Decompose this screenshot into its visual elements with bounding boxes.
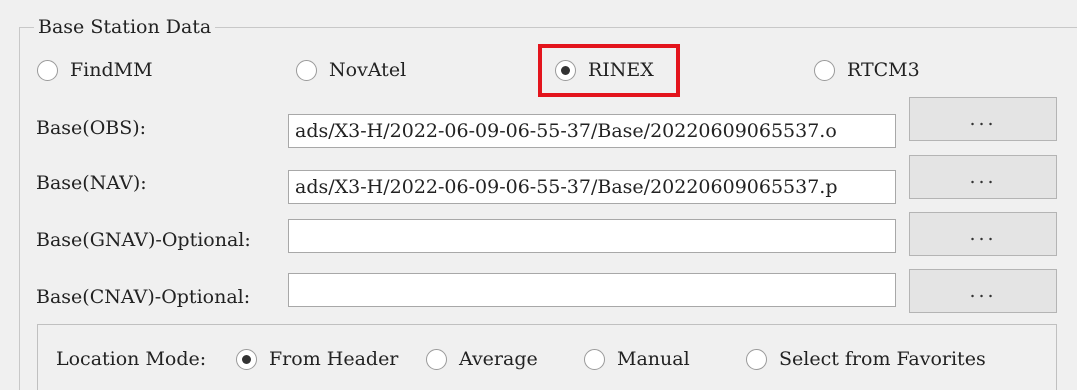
gnav-label: Base(GNAV)-Optional:	[36, 229, 251, 251]
radio-circle	[814, 59, 835, 81]
obs-label: Base(OBS):	[36, 117, 147, 139]
cnav-browse-button[interactable]: ...	[909, 269, 1057, 313]
nav-browse-button[interactable]: ...	[909, 155, 1057, 199]
radio-circle	[746, 348, 767, 370]
radio-novatel[interactable]: NovAtel	[296, 59, 406, 81]
radio-from-header[interactable]: From Header	[236, 348, 398, 370]
radio-circle-checked	[236, 348, 257, 370]
group-title: Base Station Data	[34, 16, 216, 38]
gnav-path-input[interactable]	[288, 219, 896, 253]
radio-label: Manual	[617, 348, 690, 370]
radio-circle	[37, 59, 58, 81]
radio-label: RTCM3	[847, 59, 920, 81]
radio-label: From Header	[269, 348, 399, 370]
radio-label: Select from Favorites	[779, 348, 986, 370]
radio-findmm[interactable]: FindMM	[37, 59, 153, 81]
nav-label: Base(NAV):	[36, 172, 147, 194]
radio-label: NovAtel	[329, 59, 407, 81]
radio-average[interactable]: Average	[426, 348, 538, 370]
obs-browse-button[interactable]: ...	[909, 97, 1057, 141]
radio-rtcm3[interactable]: RTCM3	[814, 59, 920, 81]
location-mode-label: Location Mode:	[56, 348, 207, 370]
cnav-path-input[interactable]	[288, 273, 896, 307]
radio-label: FindMM	[70, 59, 153, 81]
radio-label: Average	[459, 348, 538, 370]
rinex-highlight-annotation	[538, 44, 680, 97]
radio-select-from-favorites[interactable]: Select from Favorites	[746, 348, 986, 370]
radio-circle	[296, 59, 317, 81]
nav-path-input[interactable]: ads/X3-H/2022-06-09-06-55-37/Base/202206…	[288, 170, 896, 204]
radio-manual[interactable]: Manual	[584, 348, 690, 370]
radio-circle	[426, 348, 447, 370]
gnav-browse-button[interactable]: ...	[909, 212, 1057, 256]
radio-circle	[584, 348, 605, 370]
obs-path-input[interactable]: ads/X3-H/2022-06-09-06-55-37/Base/202206…	[288, 114, 896, 148]
cnav-label: Base(CNAV)-Optional:	[36, 286, 251, 308]
